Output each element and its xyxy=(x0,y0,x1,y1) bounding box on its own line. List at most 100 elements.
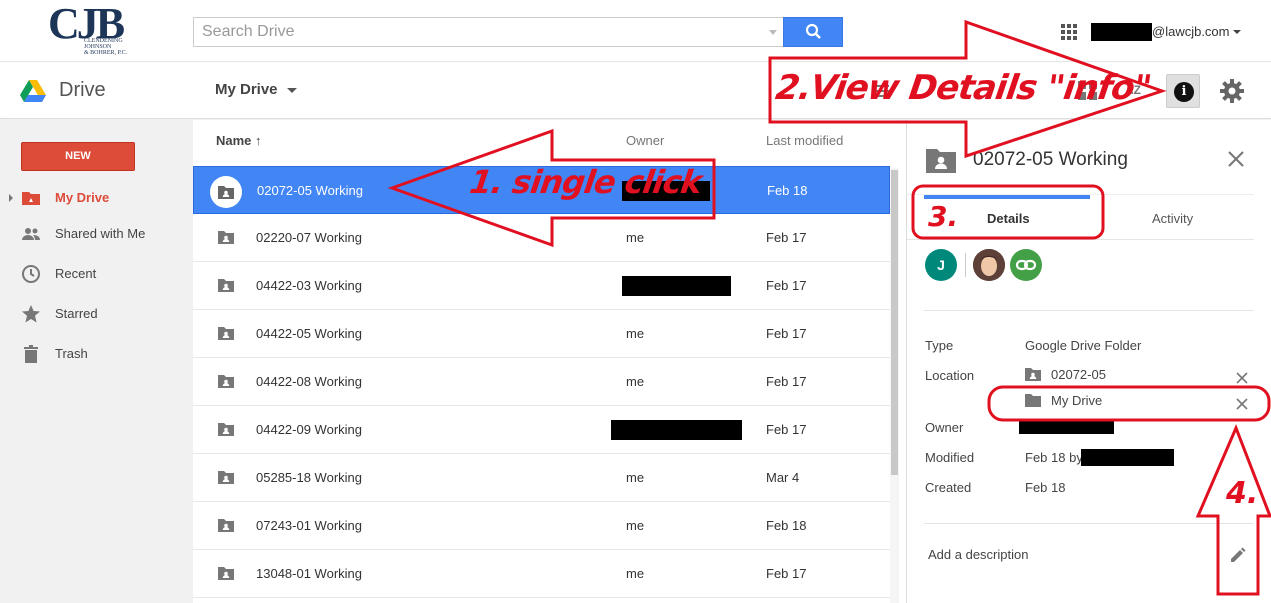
table-row[interactable]: 04422-09 Working Feb 17 xyxy=(193,406,890,454)
location-folder-link[interactable]: 02072-05 xyxy=(1051,367,1106,382)
sidebar-item-shared-with-me[interactable]: Shared with Me xyxy=(0,216,193,252)
sidebar-item-starred[interactable]: Starred xyxy=(0,296,193,332)
file-name: 13048-01 Working xyxy=(256,566,362,581)
sidebar-item-trash[interactable]: Trash xyxy=(0,336,193,372)
file-modified: Feb 17 xyxy=(766,230,807,245)
search-button[interactable] xyxy=(783,17,843,47)
account-email[interactable]: @lawcjb.com xyxy=(1152,24,1230,39)
shared-folder-icon xyxy=(218,519,234,532)
divider xyxy=(924,523,1254,524)
folder-icon xyxy=(1025,394,1041,407)
table-row[interactable]: 02220-07 Working me Feb 17 xyxy=(193,214,890,262)
list-scrollbar[interactable] xyxy=(890,168,899,603)
table-row[interactable]: 04422-05 Working me Feb 17 xyxy=(193,310,890,358)
clock-icon xyxy=(22,265,40,283)
remove-location-close-icon[interactable] xyxy=(1236,398,1248,410)
location-label: Location xyxy=(925,368,975,383)
selected-row-badge xyxy=(210,176,242,208)
logo-subtitle: CLENDENING JOHNSON & BOHRER, P.C. xyxy=(84,38,144,56)
gear-icon[interactable] xyxy=(1218,77,1246,105)
description-field[interactable]: Add a description xyxy=(928,547,1028,562)
tab-details[interactable]: Details xyxy=(987,211,1030,226)
annotation-step-1: 1. single click xyxy=(467,163,704,201)
avatar-divider xyxy=(965,253,966,277)
type-label: Type xyxy=(925,338,954,353)
owner-label: Owner xyxy=(925,420,964,435)
sidebar-item-recent[interactable]: Recent xyxy=(0,256,193,292)
shared-folder-icon xyxy=(218,279,234,292)
top-bar: CJB CLENDENING JOHNSON & BOHRER, P.C. @l… xyxy=(0,0,1271,62)
file-modified: Feb 17 xyxy=(766,326,807,341)
sidebar-item-label: Trash xyxy=(55,346,88,361)
table-row[interactable]: 05285-18 Working me Mar 4 xyxy=(193,454,890,502)
trash-icon xyxy=(24,345,38,363)
table-row[interactable]: 13048-01 Working me Feb 17 xyxy=(193,550,890,598)
details-title: 02072-05 Working xyxy=(973,149,1128,170)
avatar-photo[interactable] xyxy=(973,249,1005,281)
table-row[interactable]: 07243-01 Working me Feb 18 xyxy=(193,502,890,550)
file-owner: me xyxy=(626,566,645,581)
file-modified: Feb 17 xyxy=(766,278,807,293)
info-icon: i xyxy=(1174,82,1194,102)
redacted-username xyxy=(1091,23,1152,41)
people-icon xyxy=(22,228,40,240)
tab-activity[interactable]: Activity xyxy=(1152,211,1193,226)
app-name[interactable]: Drive xyxy=(59,79,106,102)
apps-grid-icon[interactable] xyxy=(1061,24,1077,40)
file-name: 04422-09 Working xyxy=(256,422,362,437)
expand-arrow-icon[interactable] xyxy=(9,194,13,202)
sidebar-item-label: Starred xyxy=(55,306,98,321)
file-name: 05285-18 Working xyxy=(256,470,362,485)
file-modified: Feb 17 xyxy=(766,566,807,581)
link-sharing-icon[interactable] xyxy=(1010,249,1042,281)
annotation-step-2: 2.View Details "info" xyxy=(773,68,1154,108)
search-icon xyxy=(805,23,821,39)
created-value: Feb 18 xyxy=(1025,480,1066,495)
drive-window: CJB CLENDENING JOHNSON & BOHRER, P.C. @l… xyxy=(0,0,1271,603)
shared-folder-icon xyxy=(218,471,234,484)
redacted-owner xyxy=(611,420,742,440)
file-name: 04422-05 Working xyxy=(256,326,362,341)
file-name: 07243-01 Working xyxy=(256,518,362,533)
column-header-name[interactable]: Name ↑ xyxy=(216,133,262,148)
redacted-owner xyxy=(622,276,731,296)
annotation-step-4: 4. xyxy=(1226,476,1259,511)
shared-folder-icon xyxy=(218,375,234,388)
account-chevron-down-icon[interactable] xyxy=(1233,30,1241,34)
search-box[interactable] xyxy=(193,17,783,47)
file-name: 04422-08 Working xyxy=(256,374,362,389)
current-folder-title[interactable]: My Drive xyxy=(215,81,278,98)
active-tab-indicator xyxy=(924,195,1090,199)
details-panel: 02072-05 Working Details Activity J Type… xyxy=(906,120,1271,603)
location-my-drive-link[interactable]: My Drive xyxy=(1051,393,1102,408)
file-modified: Feb 17 xyxy=(766,374,807,389)
remove-location-close-icon[interactable] xyxy=(1236,372,1248,384)
table-row[interactable]: 04422-08 Working me Feb 17 xyxy=(193,358,890,406)
sidebar-item-label: My Drive xyxy=(55,190,110,205)
link-icon xyxy=(1015,259,1037,271)
avatar[interactable]: J xyxy=(925,249,957,281)
new-button[interactable]: NEW xyxy=(21,142,135,171)
shared-folder-icon xyxy=(218,327,234,340)
close-icon[interactable] xyxy=(1227,150,1245,168)
scrollbar-thumb[interactable] xyxy=(891,170,898,475)
file-name: 02220-07 Working xyxy=(256,230,362,245)
view-details-info-button[interactable]: i xyxy=(1166,74,1200,108)
table-row[interactable]: 04422-03 Working Feb 17 xyxy=(193,262,890,310)
search-options-icon[interactable] xyxy=(769,30,777,35)
file-name: 02072-05 Working xyxy=(257,183,363,198)
modified-label: Modified xyxy=(925,450,975,465)
modified-value: Feb 18 by xyxy=(1025,450,1083,465)
column-header-last-modified[interactable]: Last modified xyxy=(766,133,843,148)
star-icon xyxy=(22,305,40,323)
pencil-edit-icon[interactable] xyxy=(1229,546,1247,564)
search-input[interactable] xyxy=(202,18,762,46)
shared-folder-icon xyxy=(218,186,234,199)
logo-sub-line: & BOHRER, P.C. xyxy=(84,50,128,56)
folder-menu-chevron-down-icon[interactable] xyxy=(287,88,297,93)
redacted-modifier xyxy=(1081,449,1174,466)
column-header-owner[interactable]: Owner xyxy=(626,133,664,148)
created-label: Created xyxy=(925,480,972,495)
file-modified: Feb 18 xyxy=(766,518,807,533)
sidebar-item-my-drive[interactable]: My Drive xyxy=(0,180,193,216)
